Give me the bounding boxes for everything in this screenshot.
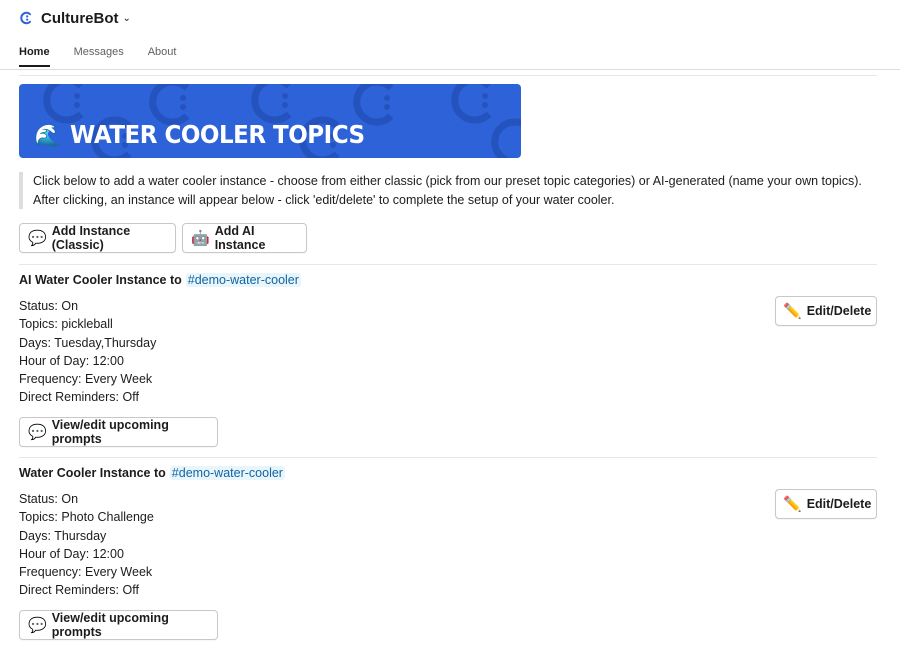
button-label: Add Instance (Classic)	[51, 224, 131, 252]
hour-text: Hour of Day: 12:00	[19, 353, 124, 368]
app-name: CultureBot	[41, 9, 119, 27]
tab-home[interactable]: Home	[19, 46, 50, 67]
frequency-text: Frequency: Every Week	[19, 565, 153, 580]
wave-icon: 🌊	[34, 123, 62, 148]
button-label: View/edit upcoming prompts	[51, 418, 169, 446]
pencil-icon: ✏️	[783, 496, 802, 513]
speech-bubble-icon: 💬	[28, 617, 47, 634]
instance-title: Water Cooler Instance to #demo-water-coo…	[19, 466, 285, 480]
view-edit-prompts-button[interactable]: 💬 View/edit upcoming prompts	[19, 610, 218, 640]
status-text: Status: On	[19, 492, 79, 506]
topics-text: Topics: Photo Challenge	[19, 510, 154, 525]
days-text: Days: Tuesday,Thursday	[19, 335, 157, 350]
instance-title-text: Water Cooler Instance to	[19, 466, 166, 480]
button-label: Add AI Instance	[214, 224, 266, 252]
culturebot-logo-icon	[20, 11, 31, 25]
button-label: Edit/Delete	[806, 304, 872, 318]
channel-link[interactable]: #demo-water-cooler	[169, 466, 285, 480]
divider	[19, 457, 877, 458]
divider	[19, 264, 877, 265]
frequency-text: Frequency: Every Week	[19, 372, 153, 387]
instance-title-text: AI Water Cooler Instance to	[19, 273, 182, 287]
add-ai-instance-button[interactable]: 🤖 Add AI Instance	[182, 223, 307, 253]
app-title-button[interactable]: CultureBot ⌄	[19, 8, 131, 28]
tab-messages[interactable]: Messages	[74, 46, 124, 67]
instance-details: Status: On Topics: Photo Challenge Days:…	[19, 490, 154, 600]
tab-about[interactable]: About	[148, 46, 177, 67]
add-instance-classic-button[interactable]: 💬 Add Instance (Classic)	[19, 223, 176, 253]
edit-delete-button[interactable]: ✏️ Edit/Delete	[775, 296, 877, 326]
edit-delete-button[interactable]: ✏️ Edit/Delete	[775, 489, 877, 519]
banner-title: WATER COOLER TOPICS	[70, 121, 365, 150]
button-label: Edit/Delete	[806, 497, 872, 511]
reminders-text: Direct Reminders: Off	[19, 583, 139, 598]
instructions-quote: Click below to add a water cooler instan…	[19, 172, 877, 209]
view-edit-prompts-button[interactable]: 💬 View/edit upcoming prompts	[19, 417, 218, 447]
reminders-text: Direct Reminders: Off	[19, 390, 139, 405]
button-label: View/edit upcoming prompts	[51, 611, 169, 639]
chevron-down-icon: ⌄	[122, 12, 131, 24]
days-text: Days: Thursday	[19, 528, 107, 543]
tab-bar: Home Messages About	[19, 46, 176, 67]
instructions-line-2: After clicking, an instance will appear …	[33, 192, 615, 207]
speech-bubble-icon: 💬	[28, 230, 47, 247]
divider	[19, 75, 877, 76]
instructions-line-1: Click below to add a water cooler instan…	[33, 174, 862, 188]
status-text: Status: On	[19, 299, 79, 313]
instance-details: Status: On Topics: pickleball Days: Tues…	[19, 297, 156, 407]
robot-icon: 🤖	[191, 230, 210, 247]
pencil-icon: ✏️	[783, 303, 802, 320]
speech-bubble-icon: 💬	[28, 424, 47, 441]
app-header: CultureBot ⌄ Home Messages About	[0, 0, 900, 70]
instance-title: AI Water Cooler Instance to #demo-water-…	[19, 273, 301, 287]
water-cooler-banner: 🌊 WATER COOLER TOPICS	[19, 84, 521, 158]
topics-text: Topics: pickleball	[19, 317, 113, 332]
channel-link[interactable]: #demo-water-cooler	[185, 273, 301, 287]
hour-text: Hour of Day: 12:00	[19, 546, 124, 561]
